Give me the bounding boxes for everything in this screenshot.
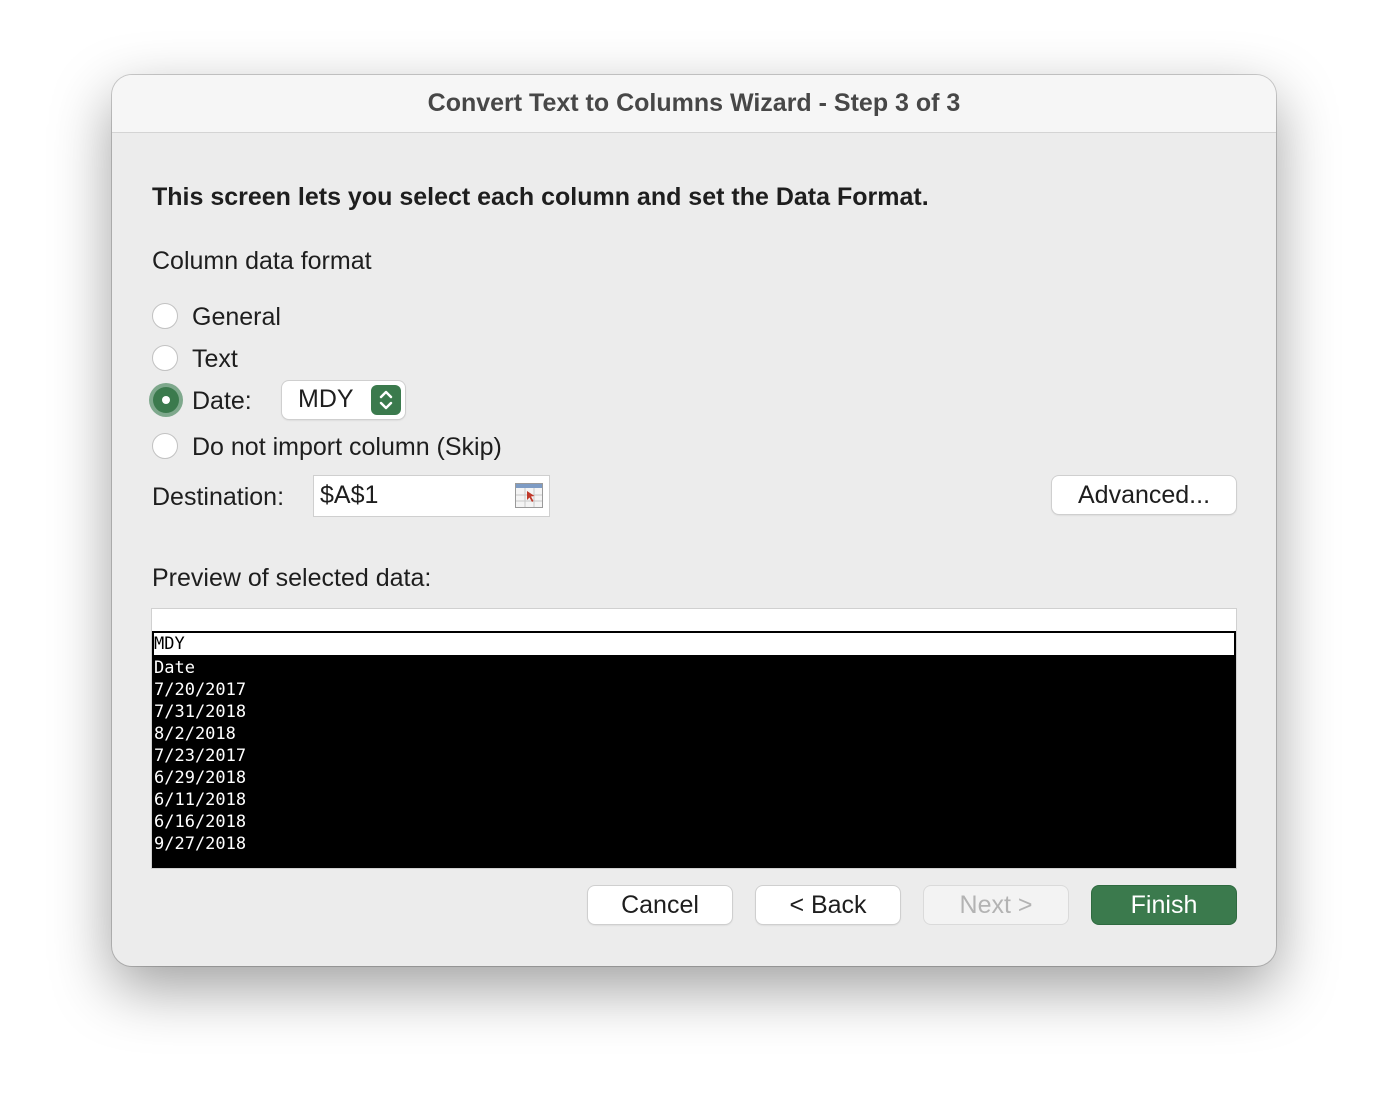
destination-label: Destination: xyxy=(152,483,285,511)
radio-general[interactable] xyxy=(152,303,178,329)
preview-row: 7/23/2017 xyxy=(154,746,247,766)
preview-row: Date xyxy=(154,658,195,678)
cancel-button[interactable]: Cancel xyxy=(588,886,732,924)
preview-rows: Date 7/20/2017 7/31/2018 8/2/2018 7/23/2… xyxy=(154,657,246,855)
advanced-button[interactable]: Advanced... xyxy=(1052,476,1236,514)
data-preview-pane[interactable]: MDY Date 7/20/2017 7/31/2018 8/2/2018 7/… xyxy=(152,609,1236,868)
radio-skip[interactable] xyxy=(152,433,178,459)
preview-row: 7/20/2017 xyxy=(154,680,247,700)
preview-column-format: MDY xyxy=(154,634,185,654)
radio-skip-label[interactable]: Do not import column (Skip) xyxy=(192,433,502,462)
preview-row: 6/29/2018 xyxy=(154,768,247,788)
radio-selected-dot xyxy=(162,396,170,404)
radio-text[interactable] xyxy=(152,345,178,371)
preview-column-header[interactable]: MDY xyxy=(152,631,1236,657)
preview-row: 9/27/2018 xyxy=(154,834,247,854)
date-format-select[interactable]: MDY xyxy=(282,381,405,419)
wizard-dialog: Convert Text to Columns Wizard - Step 3 … xyxy=(112,75,1276,966)
preview-row: 6/16/2018 xyxy=(154,812,247,832)
radio-general-label[interactable]: General xyxy=(192,303,281,332)
preview-row: 6/11/2018 xyxy=(154,790,247,810)
preview-row: 7/31/2018 xyxy=(154,702,247,722)
preview-label: Preview of selected data: xyxy=(152,564,432,592)
dialog-title: Convert Text to Columns Wizard - Step 3 … xyxy=(112,75,1276,133)
chevron-up-down-icon xyxy=(371,385,401,415)
preview-row: 8/2/2018 xyxy=(154,724,236,744)
destination-input[interactable]: $A$1 xyxy=(314,476,549,516)
radio-text-label[interactable]: Text xyxy=(192,345,238,374)
range-picker-icon[interactable] xyxy=(515,483,543,508)
date-format-value: MDY xyxy=(298,385,354,413)
next-button[interactable]: Next > xyxy=(924,886,1068,924)
column-format-label: Column data format xyxy=(152,247,372,275)
radio-date-label[interactable]: Date: xyxy=(192,387,252,416)
finish-button[interactable]: Finish xyxy=(1092,886,1236,924)
intro-text: This screen lets you select each column … xyxy=(152,183,929,211)
back-button[interactable]: < Back xyxy=(756,886,900,924)
destination-value: $A$1 xyxy=(320,481,379,509)
radio-date[interactable] xyxy=(153,387,179,413)
preview-top-strip xyxy=(152,609,1236,631)
